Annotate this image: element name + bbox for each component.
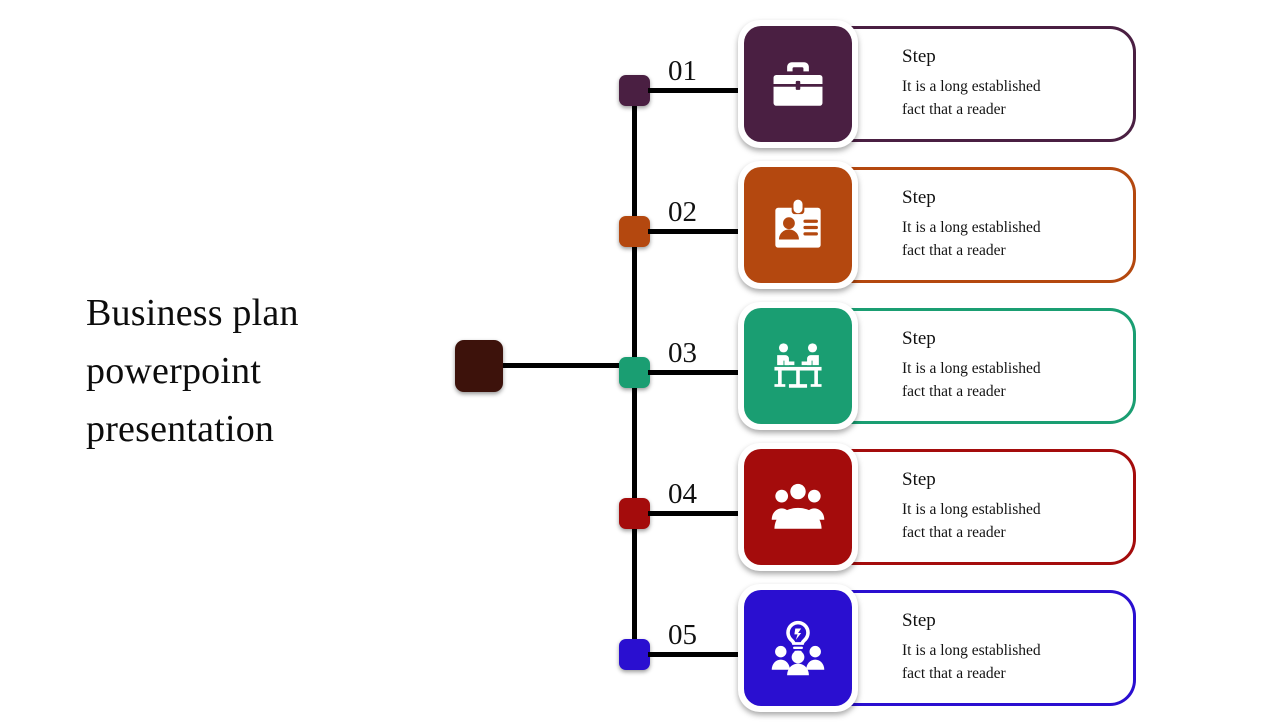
timeline-connector-04 [648,511,740,516]
step-number-01: 01 [668,55,697,87]
team-idea-bulb-icon [744,590,852,706]
timeline-connector-01 [648,88,740,93]
step-card-title: Step [902,610,936,631]
timeline-marker-03[interactable] [619,357,650,388]
meeting-table-icon [744,308,852,424]
timeline-marker-04[interactable] [619,498,650,529]
step-card-body-line-2: fact that a reader [902,242,1006,259]
step-card-body: It is a long established fact that a read… [902,639,1126,685]
step-card-text: Step It is a long established fact that a … [902,327,1126,403]
step-card-body-line-1: It is a long established [902,219,1041,236]
step-icon-tile-03[interactable] [738,302,858,430]
step-number-04: 04 [668,478,697,510]
step-card-title: Step [902,46,936,67]
step-icon-tile-02[interactable] [738,161,858,289]
step-card-body-line-2: fact that a reader [902,665,1006,682]
step-card-body-line-1: It is a long established [902,78,1041,95]
timeline-step-row: 05 Step It is a long established fact that … [0,584,1280,724]
timeline-step-row: 02 Step It is a long established fact that … [0,161,1280,301]
step-card-text: Step It is a long established fact that a … [902,45,1126,121]
team-group-icon [744,449,852,565]
step-icon-tile-04[interactable] [738,443,858,571]
timeline-step-row: 04 Step It is a long established fact that … [0,443,1280,583]
briefcase-icon [744,26,852,142]
timeline-connector-02 [648,229,740,234]
step-card-title: Step [902,469,936,490]
step-card-body-line-2: fact that a reader [902,101,1006,118]
step-number-03: 03 [668,337,697,369]
timeline-step-row: 01 Step It is a long established fact that … [0,20,1280,160]
timeline-marker-01[interactable] [619,75,650,106]
step-card-body: It is a long established fact that a read… [902,498,1126,544]
step-card-body-line-2: fact that a reader [902,524,1006,541]
id-badge-icon [744,167,852,283]
step-icon-tile-01[interactable] [738,20,858,148]
step-card-title: Step [902,187,936,208]
timeline-marker-02[interactable] [619,216,650,247]
step-card-body: It is a long established fact that a read… [902,216,1126,262]
timeline-connector-03 [648,370,740,375]
step-number-02: 02 [668,196,697,228]
step-card-body-line-1: It is a long established [902,642,1041,659]
timeline-marker-05[interactable] [619,639,650,670]
step-card-body-line-2: fact that a reader [902,383,1006,400]
step-card-text: Step It is a long established fact that a … [902,186,1126,262]
step-card-text: Step It is a long established fact that a … [902,468,1126,544]
slide-canvas: Business plan powerpoint presentation 01… [0,0,1280,720]
step-card-body-line-1: It is a long established [902,501,1041,518]
step-card-text: Step It is a long established fact that a … [902,609,1126,685]
timeline-connector-05 [648,652,740,657]
step-card-title: Step [902,328,936,349]
step-card-body: It is a long established fact that a read… [902,357,1126,403]
step-number-05: 05 [668,619,697,651]
step-card-body: It is a long established fact that a read… [902,75,1126,121]
timeline-step-row: 03 Step It is a long established fact that … [0,302,1280,442]
step-card-body-line-1: It is a long established [902,360,1041,377]
step-icon-tile-05[interactable] [738,584,858,712]
